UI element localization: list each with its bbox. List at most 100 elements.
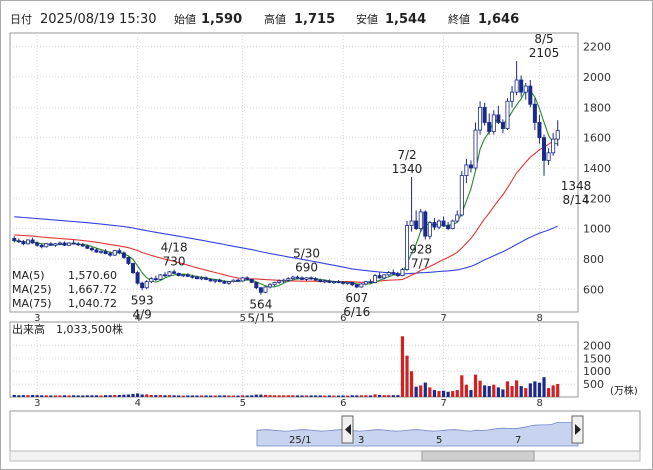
volume-bar xyxy=(49,395,53,397)
volume-bar xyxy=(30,394,35,397)
candle xyxy=(427,221,432,240)
month-tick-label: 4 xyxy=(135,398,141,409)
candle-body xyxy=(464,164,469,176)
volume-bar xyxy=(40,395,44,397)
candle-body xyxy=(336,281,341,284)
volume-bar xyxy=(473,374,478,397)
candle xyxy=(254,281,259,290)
candle-body xyxy=(62,242,67,246)
candle-body xyxy=(290,276,295,280)
navigator-label-3: 7 xyxy=(515,435,521,446)
navigator-scrollbar-thumb[interactable] xyxy=(421,450,535,462)
ma75-legend-label: MA(75) xyxy=(12,297,52,310)
volume-bar xyxy=(519,386,523,397)
candle-body xyxy=(57,242,62,245)
low-label: 安値 xyxy=(356,12,378,26)
annotation-date: 7/2 xyxy=(397,148,416,162)
volume-bar xyxy=(12,394,16,397)
candle xyxy=(418,208,423,232)
volume-bar xyxy=(537,382,542,397)
candle-body xyxy=(546,152,551,161)
volume-bar xyxy=(158,394,163,397)
volume-bar xyxy=(26,395,30,397)
ma75-legend-value: 1,040.72 xyxy=(68,297,117,310)
candle-body xyxy=(144,281,149,289)
annotation-date: 5/30 xyxy=(293,247,320,261)
volume-bar xyxy=(44,395,48,397)
volume-bar xyxy=(67,395,71,397)
volume-bar xyxy=(282,395,286,397)
candle-body xyxy=(158,274,163,280)
candle-body xyxy=(542,137,547,161)
candle-body xyxy=(423,211,428,237)
navigator-scrollbar-track[interactable] xyxy=(9,450,641,462)
candle-body xyxy=(532,103,537,123)
date-value: 2025/08/19 15:30 xyxy=(40,12,157,27)
open-value: 1,590 xyxy=(201,12,242,27)
candle-body xyxy=(12,238,17,242)
volume-bar xyxy=(542,377,546,397)
candle xyxy=(423,210,428,240)
candle-body xyxy=(67,242,72,246)
volume-bar xyxy=(85,395,89,397)
navigator-left-handle[interactable] xyxy=(341,415,354,444)
volume-bar xyxy=(241,395,245,397)
volume-unit: (万株) xyxy=(610,384,638,397)
volume-value: 1,033,500株 xyxy=(56,322,123,336)
volume-bar xyxy=(510,386,514,397)
volume-bar xyxy=(172,395,176,397)
volume-label: 出来高 xyxy=(12,322,45,336)
volume-bar xyxy=(528,383,532,397)
candle xyxy=(25,239,30,245)
candle-body xyxy=(468,164,473,169)
volume-bar xyxy=(117,394,121,397)
candle-body xyxy=(304,277,309,280)
volume-bar xyxy=(336,395,341,397)
candle-body xyxy=(94,249,99,253)
annotation-date: 6/16 xyxy=(343,305,370,319)
volume-bar xyxy=(17,395,21,397)
volume-bar xyxy=(263,394,268,397)
candle-body xyxy=(89,247,94,251)
navigator-label-2: 5 xyxy=(436,435,442,446)
candle xyxy=(126,256,131,265)
candle-body xyxy=(281,279,286,282)
volume-bar xyxy=(432,390,437,397)
volume-bar xyxy=(391,395,395,397)
candle-body xyxy=(245,277,250,280)
candle xyxy=(131,262,136,275)
volume-bar xyxy=(131,393,135,397)
month-tick-label: 8 xyxy=(536,398,542,409)
candle-body xyxy=(272,282,277,286)
navigator-right-handle[interactable] xyxy=(571,415,584,444)
candle-body xyxy=(528,85,533,105)
volume-bar xyxy=(21,395,26,397)
candle-body xyxy=(414,220,419,230)
annotation-value: 1348 xyxy=(561,179,592,193)
candle-body xyxy=(85,245,90,249)
volume-bar xyxy=(250,395,254,397)
ma25-legend-label: MA(25) xyxy=(12,283,52,296)
candle-body xyxy=(322,280,327,283)
volume-bar xyxy=(487,386,491,397)
candle-body xyxy=(496,114,501,123)
volume-bar xyxy=(419,385,423,397)
candle-body xyxy=(108,253,113,256)
volume-bar xyxy=(359,395,363,397)
annotation-date: 8/5 xyxy=(534,32,553,46)
candle-body xyxy=(258,287,263,293)
candle-body xyxy=(226,281,231,284)
date-label: 日付 xyxy=(10,13,32,26)
candle-body xyxy=(268,284,273,288)
candle xyxy=(249,278,254,284)
volume-bar xyxy=(409,371,414,397)
volume-bar xyxy=(108,395,112,397)
candle-body xyxy=(231,279,236,283)
annotation-value: 1340 xyxy=(392,162,423,176)
annotation-value: 2105 xyxy=(529,46,560,60)
volume-bar xyxy=(368,395,373,397)
month-tick-label: 3 xyxy=(34,398,40,409)
candle-body xyxy=(190,275,195,278)
candle-body xyxy=(295,276,300,279)
volume-bar xyxy=(350,395,354,397)
